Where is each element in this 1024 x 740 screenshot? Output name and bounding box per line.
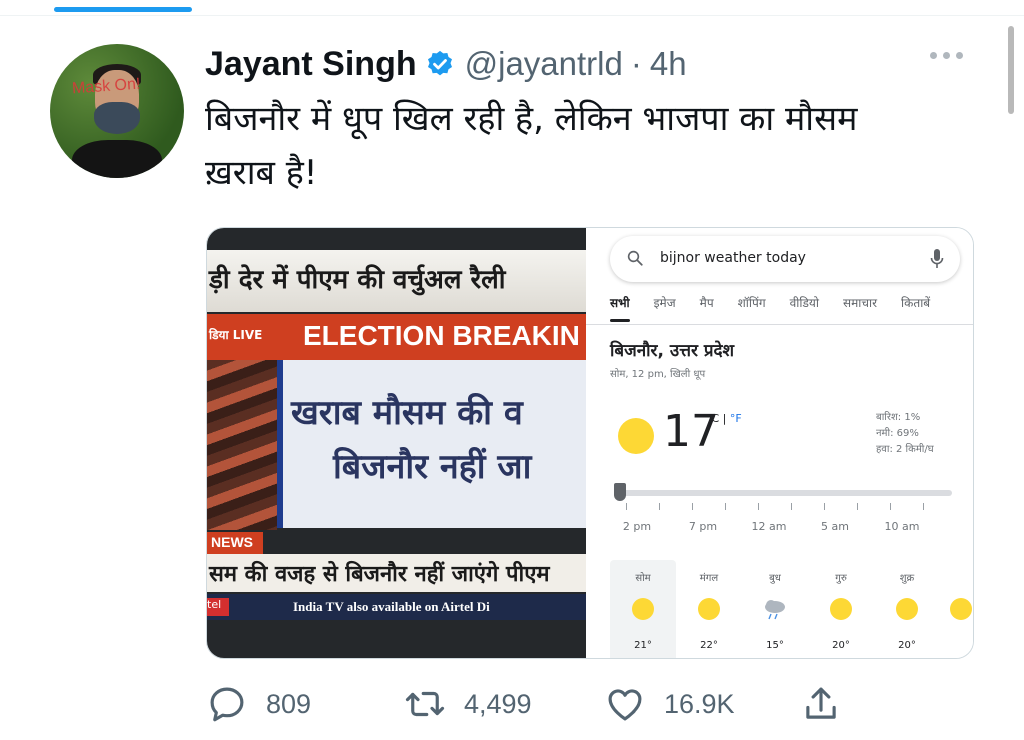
tv-breaking-text: ELECTION BREAKIN	[303, 320, 580, 351]
sun-icon	[618, 418, 654, 454]
tv-bottom-text: India TV also available on Airtel Di	[293, 599, 490, 614]
rain-chance: बारिश: 1%	[876, 412, 921, 423]
tv-ticker-text: सम की वजह से बिजनौर नहीं जाएंगे पीएम	[209, 562, 550, 587]
google-tab-images: इमेज	[653, 296, 676, 310]
google-tabs: सभी इमेज मैप शॉपिंग वीडियो समाचार किताबे…	[610, 294, 970, 322]
slider-tick	[791, 503, 792, 510]
sun-icon	[830, 598, 852, 620]
retweet-count: 4,499	[464, 688, 532, 719]
humidity: नमी: 69%	[876, 428, 919, 439]
top-tab-bar	[0, 0, 1024, 16]
slider-tick	[725, 503, 726, 510]
heart-icon	[608, 689, 642, 721]
reply-count: 809	[266, 688, 312, 719]
tv-news-tag: NEWS	[211, 534, 253, 550]
tweet-actions: 809 4,499 16.9K	[0, 678, 1024, 730]
google-tab-all: सभी	[610, 294, 630, 322]
tweet-header: Jayant Singh @jayantrld · 4h	[205, 42, 687, 86]
scrollbar[interactable]	[1008, 26, 1014, 114]
day-forecast: बुध 15°	[742, 560, 808, 658]
author-name[interactable]: Jayant Singh	[205, 45, 417, 84]
slider-tick	[824, 503, 825, 510]
tweet-text-line1: बिजनौर में धूप खिल रही है, लेकिन भाजपा क…	[205, 99, 858, 139]
slider-tick	[923, 503, 924, 510]
day-forecast-partial	[940, 560, 973, 658]
tv-live-label: डिया LIVE	[209, 328, 263, 342]
slider-tick	[857, 503, 858, 510]
sun-icon	[632, 598, 654, 620]
share-button[interactable]	[800, 678, 842, 730]
header-separator: ·	[630, 45, 642, 82]
tweet-text-line2: ख़राब है!	[205, 153, 318, 193]
google-search-box: bijnor weather today	[610, 236, 960, 282]
tv-crowd-image	[207, 360, 277, 530]
tweet-image[interactable]: ड़ी देर में पीएम की वर्चुअल रैली डिया LI…	[206, 227, 974, 659]
temperature-units: °C | °F	[706, 412, 742, 425]
sun-icon	[896, 598, 918, 620]
day-forecast: सोम 21°	[610, 560, 676, 658]
like-button[interactable]: 16.9K	[604, 678, 735, 730]
hour-slider-track	[618, 490, 952, 496]
slider-tick	[659, 503, 660, 510]
slider-tick	[692, 503, 693, 510]
weather-extras: बारिश: 1% नमी: 69% हवा: 2 किमी/घ	[876, 410, 934, 458]
author-handle[interactable]: @jayantrld	[465, 45, 623, 83]
tv-screenshot: ड़ी देर में पीएम की वर्चुअल रैली डिया LI…	[207, 228, 586, 658]
tv-tel-label: tel	[207, 598, 229, 616]
wind-speed: हवा: 2 किमी/घ	[876, 444, 934, 455]
retweet-icon	[405, 691, 445, 717]
share-icon	[806, 687, 836, 719]
avatar[interactable]: Mask On!	[50, 44, 184, 178]
more-options-icon[interactable]	[930, 52, 963, 59]
google-weather-screenshot: bijnor weather today सभी इमेज मैप शॉपिंग…	[586, 228, 973, 658]
tv-board-line1: खराब मौसम की व	[291, 393, 523, 433]
hour-label: 12 am	[751, 520, 787, 533]
mic-icon	[930, 249, 944, 268]
reply-button[interactable]: 809	[206, 678, 311, 730]
google-tab-maps: मैप	[699, 296, 714, 310]
google-tab-news: समाचार	[842, 296, 878, 310]
weather-location: बिजनौर, उत्तर प्रदेश	[610, 341, 735, 361]
day-forecast: गुरु 20°	[808, 560, 874, 658]
hour-slider-thumb	[614, 483, 626, 501]
search-icon	[627, 250, 643, 266]
rain-cloud-icon	[765, 600, 785, 620]
sun-icon	[698, 598, 720, 620]
tweet-time[interactable]: 4h	[650, 45, 687, 83]
tv-headline-board: खराब मौसम की व बिजनौर नहीं जा	[277, 360, 586, 528]
day-forecast: शुक्र 20°	[874, 560, 940, 658]
google-tab-videos: वीडियो	[789, 296, 819, 310]
hour-label: 5 am	[821, 520, 849, 533]
like-count: 16.9K	[664, 688, 735, 719]
tweet-text: बिजनौर में धूप खिल रही है, लेकिन भाजपा क…	[205, 92, 985, 200]
tv-top-headline: ड़ी देर में पीएम की वर्चुअल रैली	[209, 265, 506, 295]
hour-label: 7 pm	[688, 520, 718, 533]
slider-tick	[626, 503, 627, 510]
sun-icon	[950, 598, 972, 620]
verified-badge-icon	[427, 50, 452, 76]
retweet-button[interactable]: 4,499	[404, 678, 532, 730]
slider-tick	[890, 503, 891, 510]
search-query: bijnor weather today	[660, 250, 806, 266]
google-tab-books: किताबें	[901, 296, 931, 310]
google-tab-shopping: शॉपिंग	[737, 296, 766, 310]
day-forecast: मंगल 22°	[698, 573, 720, 651]
hour-label: 2 pm	[622, 520, 652, 533]
weather-subline: सोम, 12 pm, खिली धूप	[610, 369, 706, 380]
active-tab-indicator	[54, 7, 192, 12]
tv-board-line2: बिजनौर नहीं जा	[333, 447, 532, 487]
hour-label: 10 am	[884, 520, 920, 533]
reply-icon	[210, 687, 244, 722]
slider-tick	[758, 503, 759, 510]
